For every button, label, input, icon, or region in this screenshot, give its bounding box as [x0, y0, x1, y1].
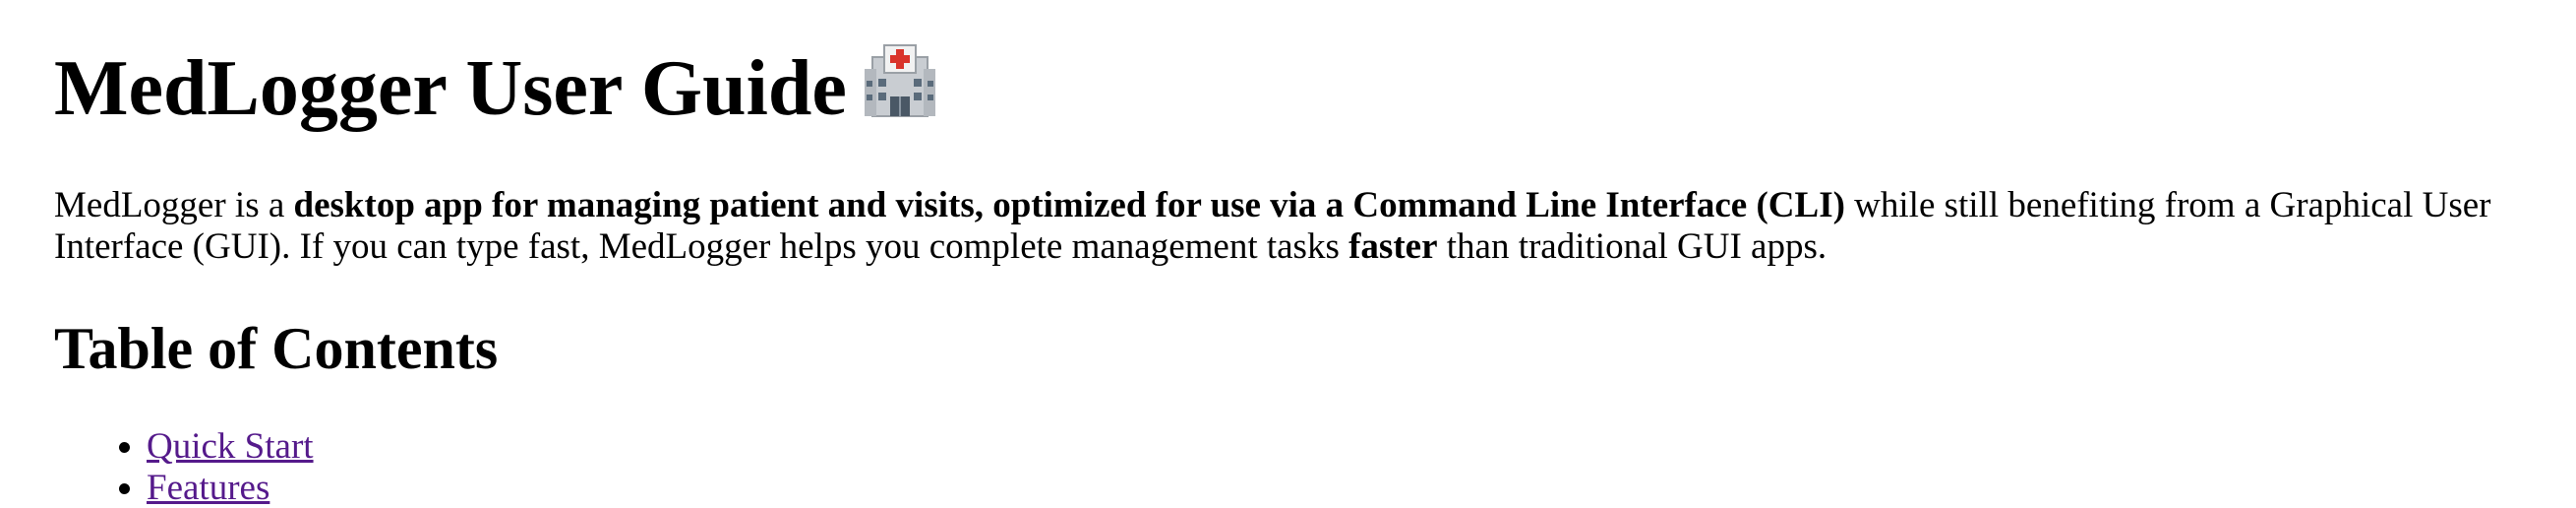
toc-item-quick-start: Quick Start [147, 426, 314, 468]
page-title: MedLogger User Guide [54, 39, 935, 138]
intro-text-1: MedLogger is a [54, 185, 294, 225]
intro-bold-description: desktop app for managing patient and vis… [293, 185, 1845, 225]
toc-list: Quick Start Features [54, 426, 314, 508]
hospital-icon [864, 44, 935, 117]
intro-bold-faster: faster [1348, 226, 1438, 267]
intro-paragraph: MedLogger is a desktop app for managing … [54, 185, 2533, 268]
toc-heading: Table of Contents [54, 316, 499, 381]
toc-link-features[interactable]: Features [147, 468, 270, 508]
page-title-text: MedLogger User Guide [54, 45, 847, 132]
intro-text-3: than traditional GUI apps. [1437, 226, 1827, 267]
toc-item-features: Features [147, 468, 314, 508]
toc-link-quick-start[interactable]: Quick Start [147, 426, 314, 467]
